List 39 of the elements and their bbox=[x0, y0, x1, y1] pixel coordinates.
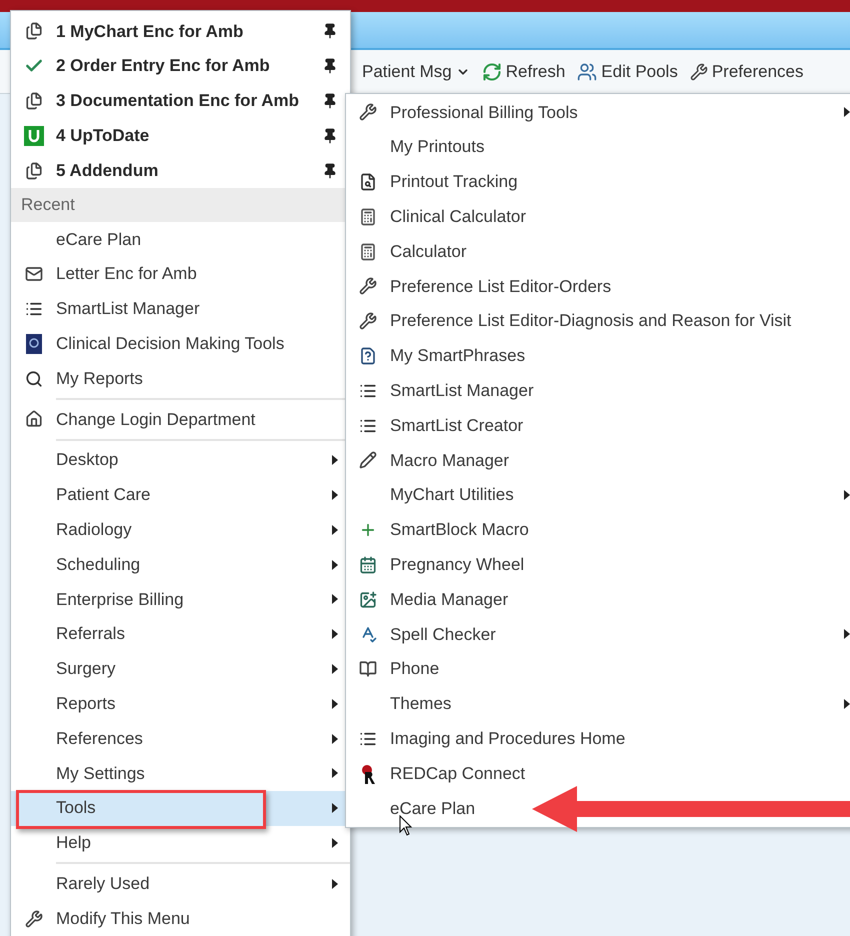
menu-item[interactable]: 2 Order Entry Enc for Amb bbox=[11, 48, 350, 84]
wrench-icon bbox=[359, 277, 377, 296]
toolbar-button[interactable]: Refresh bbox=[482, 58, 566, 84]
pin-icon[interactable] bbox=[322, 162, 338, 179]
calculator-icon bbox=[359, 242, 377, 261]
redcap-logo-icon bbox=[359, 764, 377, 784]
pin-icon[interactable] bbox=[322, 23, 338, 40]
document-icon bbox=[24, 92, 42, 110]
pin-icon[interactable] bbox=[322, 128, 338, 144]
envelope-icon bbox=[24, 265, 42, 284]
toolbar-button[interactable]: Edit Pools bbox=[577, 58, 678, 84]
refresh-icon bbox=[482, 62, 502, 82]
pin-icon[interactable] bbox=[322, 58, 338, 74]
app-logo-icon bbox=[24, 126, 44, 146]
pin-icon[interactable] bbox=[322, 92, 338, 109]
book-cover-icon bbox=[26, 334, 42, 354]
document-icon bbox=[24, 22, 42, 40]
magnifier-icon bbox=[24, 370, 42, 388]
calendar-icon bbox=[359, 556, 377, 574]
pencil-icon bbox=[359, 451, 377, 470]
wrench-icon bbox=[24, 910, 42, 928]
media-icon bbox=[359, 590, 377, 609]
menu-item[interactable]: Help bbox=[11, 826, 350, 860]
wrench-icon bbox=[359, 103, 377, 122]
wrench-icon bbox=[690, 62, 708, 80]
menu-item[interactable]: Rarely Used bbox=[11, 866, 350, 902]
document-search-icon bbox=[359, 172, 377, 191]
menu-item[interactable]: My Settings bbox=[11, 756, 350, 791]
people-icon bbox=[577, 62, 598, 82]
document-icon bbox=[24, 162, 42, 180]
calculator-icon bbox=[359, 208, 377, 226]
toolbar-button[interactable]: Preferences bbox=[690, 58, 804, 84]
house-icon bbox=[24, 410, 42, 428]
toolbar-button[interactable]: Patient Msg bbox=[362, 58, 470, 84]
book-icon bbox=[359, 660, 377, 678]
phrase-icon bbox=[359, 346, 377, 365]
menu-item[interactable]: 1 MyChart Enc for Amb bbox=[11, 14, 350, 49]
wrench-icon bbox=[359, 312, 377, 330]
menu-item[interactable]: Modify This Menu bbox=[11, 901, 350, 936]
